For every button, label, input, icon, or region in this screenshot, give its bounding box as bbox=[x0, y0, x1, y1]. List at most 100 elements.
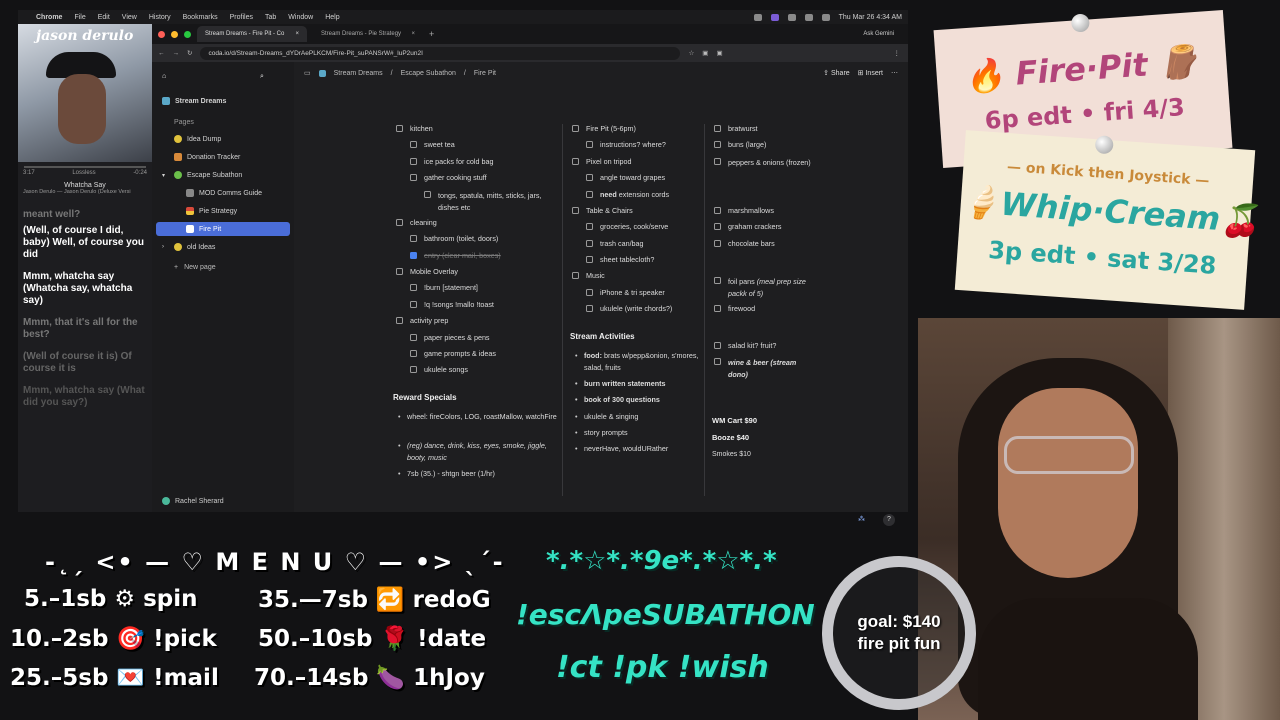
ask-gemini-button[interactable]: Ask Gemini bbox=[863, 31, 894, 37]
checklist-item[interactable]: tongs, spatula, mitts, sticks, jars, dis… bbox=[424, 190, 554, 214]
checkbox[interactable] bbox=[396, 317, 403, 324]
maximize-window-button[interactable] bbox=[184, 30, 191, 38]
checkbox[interactable] bbox=[586, 289, 593, 296]
user-footer[interactable]: Rachel Sherard bbox=[156, 494, 290, 508]
progress-bar[interactable] bbox=[24, 166, 146, 168]
breadcrumb-page[interactable]: Escape Subathon bbox=[401, 70, 456, 77]
checklist-item[interactable]: instructions? where? bbox=[586, 140, 666, 149]
status-icon[interactable] bbox=[753, 13, 762, 21]
sidebar-item-donation-tracker[interactable]: Donation Tracker bbox=[156, 150, 290, 164]
checklist-item[interactable]: sheet tablecloth? bbox=[586, 255, 654, 264]
checkbox[interactable] bbox=[572, 158, 579, 165]
checklist-item[interactable]: !q !songs !mallo !toast bbox=[410, 300, 494, 309]
menubar-edit[interactable]: Edit bbox=[98, 14, 110, 21]
checklist-item[interactable]: wine & beer (stream dono) bbox=[714, 357, 814, 381]
menubar-clock[interactable]: Thu Mar 26 4:34 AM bbox=[839, 14, 902, 21]
back-arrow-icon[interactable]: ← bbox=[158, 50, 165, 57]
checklist-item[interactable]: groceries, cook/serve bbox=[586, 222, 668, 231]
checkbox[interactable] bbox=[586, 223, 593, 230]
checklist-item[interactable]: paper pieces & pens bbox=[410, 333, 490, 342]
close-icon[interactable]: × bbox=[295, 31, 299, 37]
sidebar-toggle-icon[interactable]: ▭ bbox=[304, 69, 311, 77]
sidebar-item-escape-subathon[interactable]: ▾ Escape Subathon bbox=[156, 168, 290, 182]
checklist-item[interactable]: graham crackers bbox=[714, 222, 782, 231]
checklist-item[interactable]: Mobile Overlay bbox=[396, 267, 458, 276]
checklist-item[interactable]: Music bbox=[572, 271, 605, 280]
checklist-item[interactable]: activity prep bbox=[396, 316, 448, 325]
checkbox[interactable] bbox=[410, 235, 417, 242]
battery-icon[interactable] bbox=[821, 13, 830, 21]
checklist-item[interactable]: ukulele (write chords?) bbox=[586, 304, 672, 313]
checklist-item[interactable]: ukulele songs bbox=[410, 365, 468, 374]
breadcrumb-current[interactable]: Fire Pit bbox=[474, 70, 496, 77]
new-tab-button[interactable]: + bbox=[429, 29, 434, 39]
checklist-item[interactable]: game prompts & ideas bbox=[410, 349, 496, 358]
checklist-item[interactable]: Fire Pit (5-6pm) bbox=[572, 124, 636, 133]
more-options-icon[interactable]: ⋯ bbox=[891, 69, 898, 77]
checklist-item[interactable]: cleaning bbox=[396, 218, 437, 227]
checkbox[interactable] bbox=[572, 272, 579, 279]
extension-icon[interactable]: ▣ bbox=[716, 49, 722, 57]
insert-button[interactable]: ⊞ Insert bbox=[858, 69, 883, 77]
checkbox[interactable] bbox=[410, 141, 417, 148]
share-button[interactable]: ⇪ Share bbox=[823, 69, 850, 77]
checkbox[interactable] bbox=[714, 358, 721, 365]
checklist-item[interactable]: iPhone & tri speaker bbox=[586, 288, 665, 297]
checklist-item[interactable]: chocolate bars bbox=[714, 239, 775, 248]
checkbox[interactable] bbox=[586, 240, 593, 247]
checklist-item[interactable]: firewood bbox=[714, 304, 755, 313]
checkbox[interactable] bbox=[714, 305, 721, 312]
checklist-item[interactable]: kitchen bbox=[396, 124, 433, 133]
menubar-history[interactable]: History bbox=[149, 14, 171, 21]
checkbox[interactable] bbox=[714, 141, 721, 148]
menubar-window[interactable]: Window bbox=[288, 14, 313, 21]
checklist-item[interactable]: sweet tea bbox=[410, 140, 455, 149]
sidebar-item-mod-comms-guide[interactable]: MOD Comms Guide bbox=[156, 186, 290, 200]
checklist-item[interactable]: marshmallows bbox=[714, 206, 774, 215]
checkbox[interactable] bbox=[410, 350, 417, 357]
chevron-right-icon[interactable]: › bbox=[162, 244, 164, 250]
checkbox[interactable] bbox=[586, 256, 593, 263]
checkbox[interactable] bbox=[586, 191, 593, 198]
checkbox[interactable] bbox=[410, 284, 417, 291]
menubar-app[interactable]: Chrome bbox=[36, 14, 62, 21]
checkbox[interactable] bbox=[586, 174, 593, 181]
checklist-item[interactable]: bathroom (toilet, doors) bbox=[410, 234, 498, 243]
forward-arrow-icon[interactable]: → bbox=[173, 50, 180, 57]
checklist-item[interactable]: need extension cords bbox=[586, 190, 669, 199]
checklist-item[interactable]: ice packs for cold bag bbox=[410, 157, 494, 166]
checkbox[interactable] bbox=[714, 125, 721, 132]
tab-pie-strategy[interactable]: Stream Dreams - Pie Strategy × bbox=[313, 26, 423, 42]
url-field[interactable]: coda.io/d/Stream-Dreams_dYDrAePLKCM/Fire… bbox=[200, 46, 681, 60]
checkbox[interactable] bbox=[410, 174, 417, 181]
chevron-down-icon[interactable]: ▾ bbox=[162, 172, 165, 179]
checkbox[interactable] bbox=[714, 277, 721, 284]
checklist-item[interactable]: Table & Chairs bbox=[572, 206, 633, 215]
checklist-item[interactable]: peppers & onions (frozen) bbox=[714, 157, 814, 169]
checkbox[interactable] bbox=[410, 158, 417, 165]
status-icon[interactable] bbox=[770, 13, 779, 21]
sidebar-item-fire-pit[interactable]: Fire Pit bbox=[156, 222, 290, 236]
close-icon[interactable]: × bbox=[411, 31, 415, 37]
checkbox[interactable] bbox=[424, 191, 431, 198]
checkbox[interactable] bbox=[410, 334, 417, 341]
menubar-help[interactable]: Help bbox=[325, 14, 339, 21]
search-icon[interactable]: ⌕ bbox=[260, 73, 264, 81]
checklist-item[interactable]: trash can/bag bbox=[586, 239, 644, 248]
checklist-item[interactable]: bratwurst bbox=[714, 124, 758, 133]
menubar-bookmarks[interactable]: Bookmarks bbox=[183, 14, 218, 21]
checkbox[interactable] bbox=[714, 207, 721, 214]
checkbox[interactable] bbox=[410, 366, 417, 373]
new-page-button[interactable]: + New page bbox=[156, 260, 290, 274]
menu-dots-icon[interactable]: ⋮ bbox=[894, 49, 901, 57]
checkbox[interactable] bbox=[714, 342, 721, 349]
checkbox[interactable] bbox=[396, 219, 403, 226]
status-icon[interactable] bbox=[787, 13, 796, 21]
collaboration-icon[interactable]: ⁂ bbox=[858, 514, 865, 523]
sidebar-item-idea-dump[interactable]: Idea Dump bbox=[156, 132, 290, 146]
checklist-item[interactable]: !burn [statement] bbox=[410, 283, 478, 292]
help-icon[interactable]: ? bbox=[883, 514, 895, 526]
checkbox[interactable] bbox=[396, 125, 403, 132]
extension-icon[interactable]: ▣ bbox=[702, 49, 708, 57]
checkbox[interactable] bbox=[410, 301, 417, 308]
